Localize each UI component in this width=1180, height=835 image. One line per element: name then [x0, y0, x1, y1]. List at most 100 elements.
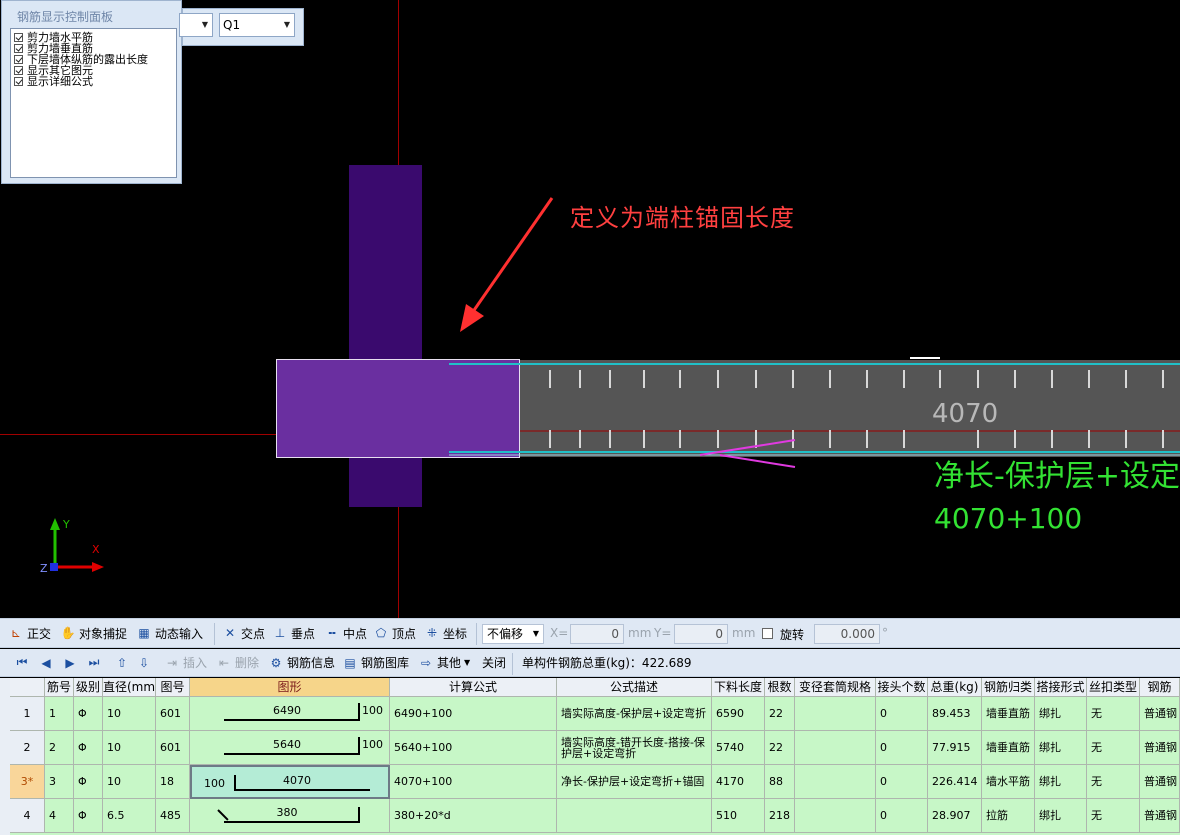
column-header[interactable]: 图形	[190, 678, 390, 697]
chevron-down-icon[interactable]: ▼	[284, 14, 290, 36]
cut-cell[interactable]: 4170	[712, 765, 765, 799]
rebar-library-button[interactable]: ▤ 钢筋图库	[342, 649, 409, 676]
count-cell[interactable]: 88	[765, 765, 795, 799]
type-cell[interactable]: 普通钢	[1140, 697, 1180, 731]
desc-cell[interactable]	[557, 799, 712, 833]
checkbox-icon[interactable]	[14, 55, 23, 64]
weight-cell[interactable]: 89.453	[928, 697, 982, 731]
column-header[interactable]: 搭接形式	[1035, 678, 1087, 697]
thread-cell[interactable]: 无	[1087, 765, 1140, 799]
rotate-checkbox[interactable]	[762, 628, 773, 639]
joints-cell[interactable]: 0	[876, 799, 928, 833]
no-cell[interactable]: 4	[45, 799, 74, 833]
dynamic-input-button[interactable]: ▦ 动态输入	[136, 619, 203, 647]
weight-cell[interactable]: 28.907	[928, 799, 982, 833]
coordinate-snap-button[interactable]: ⁜ 坐标	[424, 619, 467, 647]
count-cell[interactable]: 22	[765, 731, 795, 765]
column-header[interactable]: 钢筋	[1140, 678, 1180, 697]
weight-cell[interactable]: 77.915	[928, 731, 982, 765]
fig-cell[interactable]: 485	[156, 799, 190, 833]
grade-cell[interactable]: Φ	[74, 799, 103, 833]
shape-cell[interactable]: 4070 100	[190, 765, 390, 799]
column-header[interactable]: 总重(kg)	[928, 678, 982, 697]
formula-cell[interactable]: 6490+100	[390, 697, 557, 731]
formula-cell[interactable]: 380+20*d	[390, 799, 557, 833]
sleeve-cell[interactable]	[795, 799, 876, 833]
no-cell[interactable]: 1	[45, 697, 74, 731]
type-cell[interactable]: 普通钢	[1140, 765, 1180, 799]
fig-cell[interactable]: 18	[156, 765, 190, 799]
y-input[interactable]: 0	[674, 624, 728, 644]
shape-cell[interactable]: 6490 100	[190, 697, 390, 731]
midpoint-snap-button[interactable]: ╍ 中点	[324, 619, 367, 647]
chevron-down-icon[interactable]: ▼	[533, 625, 539, 643]
rebar-table[interactable]: 筋号 级别 直径(mm) 图号 图形 计算公式 公式描述 下料长度 根数 变径套…	[0, 678, 1180, 835]
column-header[interactable]: 下料长度	[712, 678, 765, 697]
move-up-button[interactable]: ⇧	[114, 649, 130, 676]
formula-cell[interactable]: 4070+100	[390, 765, 557, 799]
intersection-snap-button[interactable]: ✕ 交点	[222, 619, 265, 647]
category-cell[interactable]: 墙垂直筋	[982, 697, 1035, 731]
grade-cell[interactable]: Φ	[74, 765, 103, 799]
other-menu-button[interactable]: ⇨ 其他 ▼	[418, 649, 470, 676]
thread-cell[interactable]: 无	[1087, 731, 1140, 765]
fig-cell[interactable]: 601	[156, 697, 190, 731]
column-header[interactable]: 根数	[765, 678, 795, 697]
column-header[interactable]: 级别	[74, 678, 103, 697]
column-header[interactable]: 公式描述	[557, 678, 712, 697]
type-cell[interactable]: 普通钢	[1140, 799, 1180, 833]
grade-cell[interactable]: Φ	[74, 731, 103, 765]
desc-cell[interactable]: 墙实际高度-保护层+设定弯折	[557, 697, 712, 731]
category-cell[interactable]: 墙水平筋	[982, 765, 1035, 799]
dia-cell[interactable]: 6.5	[103, 799, 156, 833]
first-record-button[interactable]: ⏮	[14, 649, 30, 676]
column-header[interactable]: 筋号	[45, 678, 74, 697]
row-header[interactable]: 1	[10, 697, 45, 731]
component-name-combo[interactable]: Q1 ▼	[219, 13, 295, 37]
cad-viewport[interactable]: Y X Z 4070 定义为端柱锚固长度 净长-保护层+设定 4070+100 …	[0, 0, 1180, 618]
insert-button[interactable]: ⇥ 插入	[164, 649, 207, 676]
row-header[interactable]: 2	[10, 731, 45, 765]
checkbox-icon[interactable]	[14, 66, 23, 75]
checkbox-icon[interactable]	[14, 77, 23, 86]
rebar-info-button[interactable]: ⚙ 钢筋信息	[268, 649, 335, 676]
row-header[interactable]: 3*	[10, 765, 45, 799]
column-header[interactable]: 接头个数	[876, 678, 928, 697]
component-type-combo[interactable]: 墙▼	[179, 13, 213, 37]
column-header[interactable]: 图号	[156, 678, 190, 697]
delete-button[interactable]: ⇤ 删除	[216, 649, 259, 676]
sleeve-cell[interactable]	[795, 697, 876, 731]
rotate-input[interactable]: 0.000	[814, 624, 880, 644]
fig-cell[interactable]: 601	[156, 731, 190, 765]
checkbox-icon[interactable]	[14, 33, 23, 42]
x-input[interactable]: 0	[570, 624, 624, 644]
thread-cell[interactable]: 无	[1087, 799, 1140, 833]
ortho-button[interactable]: ⊾ 正交	[8, 619, 51, 647]
no-cell[interactable]: 2	[45, 731, 74, 765]
chevron-down-icon[interactable]: ▼	[202, 14, 208, 36]
row-header[interactable]: 4	[10, 799, 45, 833]
joints-cell[interactable]: 0	[876, 765, 928, 799]
joints-cell[interactable]: 0	[876, 731, 928, 765]
dia-cell[interactable]: 10	[103, 731, 156, 765]
lap-cell[interactable]: 绑扎	[1035, 765, 1087, 799]
column-header[interactable]: 直径(mm)	[103, 678, 156, 697]
object-snap-button[interactable]: ✋ 对象捕捉	[60, 619, 128, 647]
checkbox-item[interactable]: 显示详细公式	[14, 76, 176, 87]
type-cell[interactable]: 普通钢	[1140, 731, 1180, 765]
desc-cell[interactable]: 净长-保护层+设定弯折+锚固	[557, 765, 712, 799]
column-header[interactable]: 变径套筒规格	[795, 678, 876, 697]
move-down-button[interactable]: ⇩	[136, 649, 152, 676]
cut-cell[interactable]: 5740	[712, 731, 765, 765]
weight-cell[interactable]: 226.414	[928, 765, 982, 799]
cut-cell[interactable]: 510	[712, 799, 765, 833]
formula-cell[interactable]: 5640+100	[390, 731, 557, 765]
offset-select[interactable]: 不偏移 ▼	[482, 624, 544, 644]
lap-cell[interactable]: 绑扎	[1035, 799, 1087, 833]
column-header[interactable]: 计算公式	[390, 678, 557, 697]
checkbox-icon[interactable]	[14, 44, 23, 53]
sleeve-cell[interactable]	[795, 731, 876, 765]
last-record-button[interactable]: ⏭	[86, 649, 102, 676]
dia-cell[interactable]: 10	[103, 697, 156, 731]
prev-record-button[interactable]: ◀	[38, 649, 54, 676]
